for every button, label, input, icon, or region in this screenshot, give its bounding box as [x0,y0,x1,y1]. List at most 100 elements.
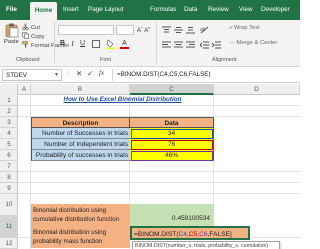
orientation-icon[interactable]: ab [200,26,209,34]
alignment-group-label: Alignment [212,57,237,63]
merge-center-label: Merge & Center [236,40,278,46]
copy-button[interactable]: Copy [22,32,45,41]
bold-button[interactable]: B [58,39,67,49]
column-header-a[interactable]: A [18,84,31,95]
font-size-dropdown[interactable] [116,25,134,35]
clipboard-group-label: Clipboard [16,57,40,63]
pmf-formula-cell[interactable]: =BINOM.DIST(C4,C5,C6,FALSE] [130,226,250,240]
ribbon-separator [54,22,55,63]
cut-label: Cut [31,25,41,31]
paintbrush-icon [22,41,28,48]
formula-suffix: ,FALSE] [207,231,232,238]
align-bottom-icon[interactable] [186,26,195,34]
row-header-2[interactable]: 2 [0,106,18,117]
formula-arg-c4: C4 [178,231,187,238]
chevron-down-icon[interactable]: ▼ [54,70,59,81]
table-header-description[interactable]: Description [31,117,130,128]
cdf-label[interactable]: Binomial distribution using cumulative d… [31,204,130,226]
row-headers: 1 2 3 4 5 6 7 8 9 10 11 12 [0,95,18,249]
ribbon-body: Paste Cut Copy Format Painter Clipboard … [0,20,300,67]
font-size-adjust-icon[interactable]: A^ Av [137,25,150,34]
paste-label: Paste [4,39,19,45]
merge-center-button[interactable]: ⇔ Merge & Center [229,40,277,46]
italic-button[interactable]: I [68,39,77,49]
table-row-description[interactable]: Number of Successes in trials [31,128,130,139]
formula-arg-c5: C5 [188,231,198,238]
more-options-icon: ⋮ [66,70,72,76]
svg-text:ab: ab [200,27,206,33]
name-box[interactable]: STDEV ▼ [2,69,62,81]
gridline [18,105,300,106]
column-header-b[interactable]: B [31,84,130,95]
tab-home[interactable]: Home [30,2,57,20]
column-header-c[interactable]: C [130,84,214,95]
row-header-4[interactable]: 4 [0,128,18,139]
increase-indent-icon[interactable] [212,41,221,49]
reference-highlight-c4 [131,129,213,139]
pmf-label[interactable]: Binomial distribution using probability … [31,226,130,248]
ribbon-separator [156,22,157,63]
align-center-icon[interactable] [174,41,183,49]
name-box-value: STDEV [6,72,27,79]
row-header-11[interactable]: 11 [0,216,18,238]
tab-view[interactable]: View [239,0,253,20]
table-row-description[interactable]: Number of Independent trials [31,139,130,150]
formula-input[interactable]: =BINOM.DIST(C4,C5,C6,FALSE) [112,69,298,81]
formula-arg-c6: C6 [199,231,208,238]
font-color-button[interactable]: A [120,39,129,49]
decrease-indent-icon[interactable] [200,41,209,49]
align-left-icon[interactable] [162,41,171,49]
formula-bar: STDEV ▼ ⋮ ✕ ✓ fx =BINOM.DIST(C4,C5,C6,FAL… [0,67,300,83]
row-header-9[interactable]: 9 [0,183,18,194]
table-row-description[interactable]: Probability of successes in trials [31,150,130,161]
row-header-3[interactable]: 3 [0,117,18,128]
row-header-7[interactable]: 7 [0,161,18,172]
wrap-text-label: Wrap Text [233,25,260,31]
row-header-5[interactable]: 5 [0,139,18,150]
table-header-data[interactable]: Data [130,117,214,128]
formula-prefix: =BINOM.DIST( [134,231,179,238]
reference-highlight-c6 [131,151,213,161]
paste-icon [5,23,19,38]
copy-icon [22,32,29,39]
cancel-formula-button[interactable]: ✕ [76,69,82,78]
copy-label: Copy [31,34,45,40]
tab-developer[interactable]: Developer [261,0,290,20]
reference-highlight-c5 [131,140,213,150]
align-right-icon[interactable] [186,41,195,49]
row-header-12[interactable]: 12 [0,238,18,249]
row-header-6[interactable]: 6 [0,150,18,161]
select-all-corner[interactable] [0,84,18,95]
row-header-8[interactable]: 8 [0,172,18,183]
tab-formulas[interactable]: Formulas [150,0,176,20]
gridline [18,171,300,172]
enter-formula-button[interactable]: ✓ [87,69,93,78]
gridline [18,182,300,183]
wrap-text-button[interactable]: ⤶ Wrap Text [229,25,260,32]
column-header-d[interactable]: D [214,84,300,95]
gridline [18,193,300,194]
tab-file[interactable]: File [6,0,17,20]
align-top-icon[interactable] [162,26,171,34]
align-middle-icon[interactable] [174,26,183,34]
underline-button[interactable]: U [78,39,87,49]
function-tooltip: BINOM.DIST(number_s, trials, probability… [132,241,280,249]
tab-insert[interactable]: Insert [63,0,79,20]
insert-function-button[interactable]: fx [99,69,104,77]
column-headers: A B C D [0,84,300,95]
tab-data[interactable]: Data [184,0,197,20]
cut-button[interactable]: Cut [22,23,40,32]
font-name-dropdown[interactable] [58,25,114,35]
cdf-result[interactable]: 0.459100534 [130,204,214,226]
sheet-title[interactable]: How to Use Excel Binomial Distribution [31,95,214,105]
ribbon-tab-bar: File Home Insert Page Layout Formulas Da… [0,0,300,20]
row-header-10[interactable]: 10 [0,194,18,216]
fill-color-icon[interactable] [106,39,115,49]
tab-page-layout[interactable]: Page Layout [88,0,123,20]
tab-review[interactable]: Review [208,0,229,20]
row-header-1[interactable]: 1 [0,95,18,106]
paste-button[interactable]: Paste [3,23,21,51]
font-group-label: Font [100,57,112,63]
borders-icon[interactable] [92,40,100,48]
scissors-icon [22,23,29,30]
